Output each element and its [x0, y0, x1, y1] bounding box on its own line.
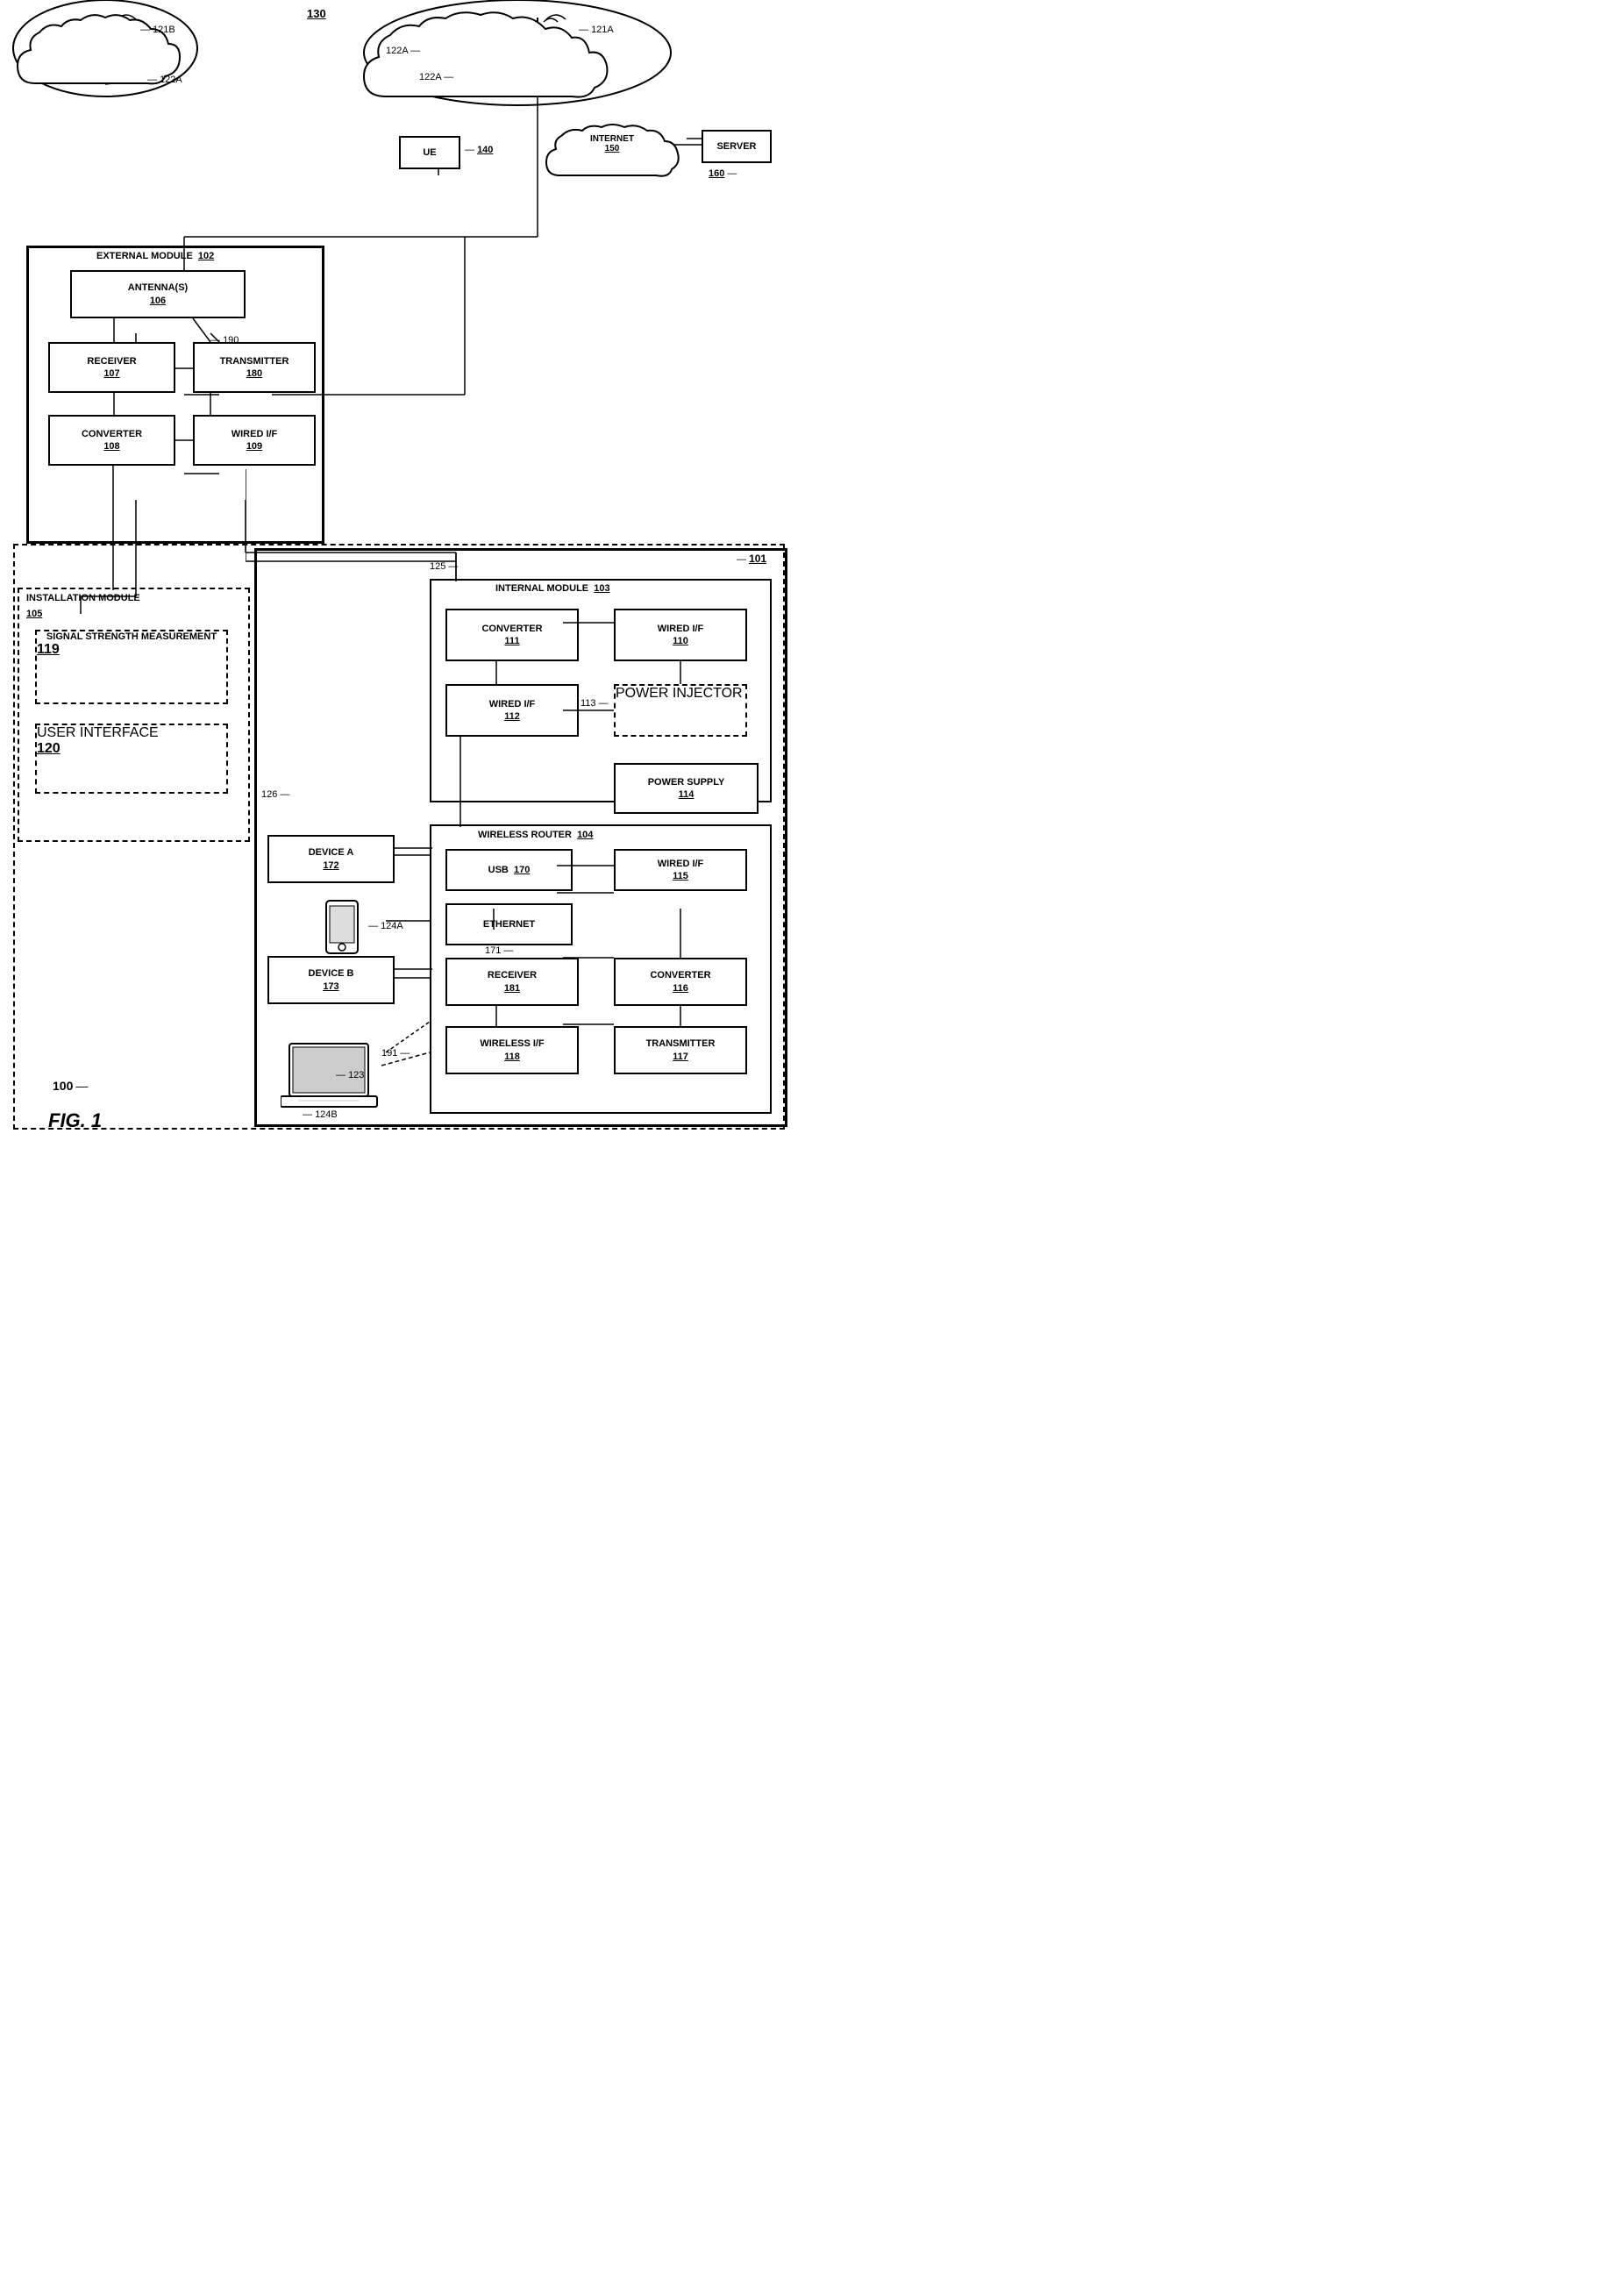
wired-if115-box: WIRED I/F 115 — [614, 849, 747, 891]
ref-100: 100 — — [53, 1079, 88, 1093]
ref-124b: — 124B — [303, 1109, 338, 1120]
diagram: 130 — 121B — 121A — 122A 122A — 122A — U… — [0, 0, 808, 1148]
ref-130: 130 — [307, 7, 326, 20]
ue-box: UE — [399, 136, 460, 169]
ref-191: 191 — — [381, 1048, 410, 1059]
laptop-icon — [281, 1039, 386, 1118]
power-supply-box: POWER SUPPLY 114 — [614, 763, 759, 814]
ref-122a-mid: 122A — — [419, 72, 453, 82]
ref-140: — 140 — [465, 145, 493, 155]
antennas-box: ANTENNA(S) 106 — [70, 270, 246, 318]
ref-125: 125 — — [430, 561, 458, 572]
device-a-box: DEVICE A 172 — [267, 835, 395, 883]
receiver181-box: RECEIVER 181 — [445, 958, 579, 1006]
ref-101: — 101 — [737, 553, 766, 565]
internal-module-label: INTERNAL MODULE 103 — [495, 583, 610, 594]
ref-113: 113 — — [581, 698, 609, 709]
converter116-box: CONVERTER 116 — [614, 958, 747, 1006]
receiver107-box: RECEIVER 107 — [48, 342, 175, 393]
internet-cloud: INTERNET150 — [542, 118, 687, 189]
wired-if112-box: WIRED I/F 112 — [445, 684, 579, 737]
device-b-box: DEVICE B 173 — [267, 956, 395, 1004]
ref-124a: — 124A — [368, 921, 403, 931]
ref-123: — 123 — [336, 1070, 364, 1080]
transmitter180-box: TRANSMITTER 180 — [193, 342, 316, 393]
figure-label: FIG. 1 — [48, 1109, 102, 1132]
signal-strength-box: SIGNAL STRENGTH MEASUREMENT 119 — [35, 630, 228, 704]
ref-126: 126 — — [261, 789, 289, 800]
wireless-router-label: WIRELESS ROUTER 104 — [478, 830, 593, 840]
usb170-box: USB 170 — [445, 849, 573, 891]
right-cloud — [351, 4, 666, 114]
installation-module-label: INSTALLATION MODULE — [26, 593, 140, 603]
ref-121b: — 121B — [140, 25, 175, 35]
converter111-box: CONVERTER 111 — [445, 609, 579, 661]
ref-122a-top: 122A — — [386, 46, 420, 56]
ref-190: — 190 — [210, 335, 239, 346]
server-box: SERVER — [702, 130, 772, 163]
ethernet-box: ETHERNET — [445, 903, 573, 945]
external-module-label: EXTERNAL MODULE 102 — [96, 251, 214, 261]
wired-if110-box: WIRED I/F 110 — [614, 609, 747, 661]
user-interface-box: USER INTERFACE 120 — [35, 724, 228, 794]
ref-121a: — 121A — [579, 25, 614, 35]
left-cloud — [9, 4, 202, 101]
wireless-if118-box: WIRELESS I/F 118 — [445, 1026, 579, 1074]
ref-160: 160 — — [709, 168, 737, 179]
phone-icon — [316, 899, 368, 960]
internet-server-line — [687, 130, 704, 147]
transmitter117-box: TRANSMITTER 117 — [614, 1026, 747, 1074]
converter108-box: CONVERTER 108 — [48, 415, 175, 466]
installation-module-container — [18, 588, 250, 842]
wired-if109-box: WIRED I/F 109 — [193, 415, 316, 466]
power-injector-box: POWER INJECTOR — [614, 684, 747, 737]
ref-122a-left: — 122A — [147, 75, 182, 85]
installation-module-ref: 105 — [26, 609, 42, 619]
ref-171: 171 — — [485, 945, 513, 956]
